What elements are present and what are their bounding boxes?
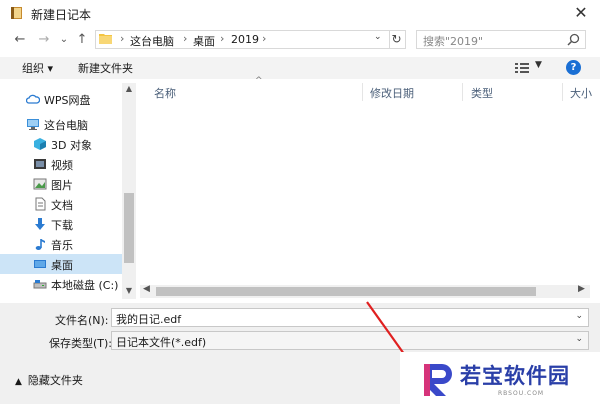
scroll-up-icon[interactable]: ▲ xyxy=(124,84,134,93)
picture-icon xyxy=(33,178,47,190)
download-icon xyxy=(35,218,45,230)
notebook-icon xyxy=(11,7,22,19)
sidebar-item-videos[interactable]: 视频 xyxy=(0,154,122,174)
filename-label: 文件名(N): xyxy=(55,314,109,327)
title-bar: 新建日记本 ✕ xyxy=(0,0,600,28)
close-button[interactable]: ✕ xyxy=(568,2,594,24)
column-header-modified[interactable]: 修改日期 xyxy=(370,85,414,101)
help-button[interactable]: ? xyxy=(566,60,581,75)
sidebar-item-pictures[interactable]: 图片 xyxy=(0,174,122,194)
sidebar-item-this-pc[interactable]: 这台电脑 xyxy=(0,114,122,134)
refresh-button[interactable]: ↻ xyxy=(388,30,406,49)
breadcrumb-this-pc[interactable]: 这台电脑 xyxy=(130,33,174,49)
file-list[interactable]: ^ 名称 修改日期 类型 大小 xyxy=(138,76,600,299)
sidebar-item-label: 这台电脑 xyxy=(44,119,88,132)
address-dropdown-icon[interactable]: ⌄ xyxy=(374,32,382,42)
view-options-icon[interactable] xyxy=(515,63,529,73)
search-icon xyxy=(567,33,580,46)
filetype-value: 日记本文件(*.edf) xyxy=(116,336,207,349)
sidebar-item-label: 视频 xyxy=(51,159,73,172)
column-divider[interactable] xyxy=(462,83,463,101)
sidebar-item-label: 3D 对象 xyxy=(51,139,92,152)
search-input[interactable]: 搜索"2019" xyxy=(416,30,586,49)
back-button[interactable]: ← xyxy=(12,30,28,50)
command-toolbar: 组织 ▾ 新建文件夹 ▼ ? xyxy=(0,57,600,79)
scroll-down-icon[interactable]: ▼ xyxy=(124,286,134,295)
music-icon xyxy=(35,239,45,250)
up-button[interactable]: ↑ xyxy=(74,30,90,50)
sidebar-item-label: 本地磁盘 (C:) xyxy=(51,279,119,292)
video-icon xyxy=(34,159,46,169)
scroll-right-icon[interactable]: ▶ xyxy=(578,284,585,294)
sidebar-item-documents[interactable]: 文档 xyxy=(0,194,122,214)
cloud-icon xyxy=(26,94,40,104)
filename-value: 我的日记.edf xyxy=(116,313,182,326)
breadcrumb-separator: › xyxy=(120,32,125,45)
breadcrumb-2019[interactable]: 2019 xyxy=(231,33,259,46)
watermark-subtext: RBSOU.COM xyxy=(498,390,545,397)
column-header-type[interactable]: 类型 xyxy=(471,85,493,101)
folder-icon xyxy=(99,34,112,44)
organize-button[interactable]: 组织 ▾ xyxy=(22,60,53,76)
sidebar-item-label: 音乐 xyxy=(51,239,73,252)
chevron-up-icon: ▲ xyxy=(15,377,22,387)
breadcrumb-separator: › xyxy=(220,32,225,45)
filetype-select[interactable]: 日记本文件(*.edf) ⌄ xyxy=(111,331,589,350)
chevron-down-icon[interactable]: ⌄ xyxy=(575,311,583,321)
desktop-icon xyxy=(34,260,46,268)
sidebar-item-label: WPS网盘 xyxy=(44,94,91,107)
column-header-name[interactable]: 名称 xyxy=(154,85,176,101)
navigation-pane: WPS网盘 这台电脑 3D 对象 视频 图片 文档 下载 音乐 桌面 本地磁盘 … xyxy=(0,83,138,299)
scrollbar-thumb[interactable] xyxy=(156,287,536,296)
view-dropdown-icon[interactable]: ▼ xyxy=(535,60,542,70)
file-list-horizontal-scrollbar[interactable]: ◀ ▶ xyxy=(140,284,590,298)
window-title: 新建日记本 xyxy=(31,8,92,22)
breadcrumb-separator: › xyxy=(262,32,267,45)
filetype-label: 保存类型(T): xyxy=(49,337,113,350)
sidebar-item-label: 桌面 xyxy=(51,259,73,272)
forward-button[interactable]: → xyxy=(36,30,52,50)
sidebar-item-local-disk[interactable]: 本地磁盘 (C:) xyxy=(0,274,122,294)
sidebar-item-wps-cloud[interactable]: WPS网盘 xyxy=(0,89,122,109)
sidebar-item-label: 图片 xyxy=(51,179,73,192)
column-header-size[interactable]: 大小 xyxy=(570,85,592,101)
recent-locations-button[interactable]: ⌄ xyxy=(58,30,70,50)
scrollbar-thumb[interactable] xyxy=(124,193,134,263)
hide-folders-label: 隐藏文件夹 xyxy=(27,374,83,387)
scroll-left-icon[interactable]: ◀ xyxy=(143,284,150,294)
document-icon xyxy=(35,197,46,211)
chevron-down-icon[interactable]: ⌄ xyxy=(575,334,583,344)
new-folder-button[interactable]: 新建文件夹 xyxy=(78,60,133,76)
breadcrumb-desktop[interactable]: 桌面 xyxy=(193,33,215,49)
sidebar-item-label: 文档 xyxy=(51,199,73,212)
sidebar-item-music[interactable]: 音乐 xyxy=(0,234,122,254)
sidebar-item-desktop[interactable]: 桌面 xyxy=(0,254,122,274)
search-placeholder: 搜索"2019" xyxy=(423,35,484,48)
watermark-text: 若宝软件园 xyxy=(460,364,570,388)
cube-icon xyxy=(34,138,46,150)
sidebar-scrollbar[interactable]: ▲ ▼ xyxy=(122,83,136,299)
column-divider[interactable] xyxy=(562,83,563,101)
filename-field[interactable]: 我的日记.edf ⌄ xyxy=(111,308,589,327)
sidebar-item-label: 下载 xyxy=(51,219,73,232)
column-divider[interactable] xyxy=(362,83,363,101)
hide-folders-toggle[interactable]: ▲ 隐藏文件夹 xyxy=(15,372,83,388)
watermark-logo-icon xyxy=(424,364,452,396)
breadcrumb-separator: › xyxy=(183,32,188,45)
drive-icon xyxy=(33,280,47,289)
sort-ascending-icon: ^ xyxy=(255,76,263,86)
computer-icon xyxy=(27,119,39,130)
address-bar[interactable]: › 这台电脑 › 桌面 › 2019 › ⌄ xyxy=(95,30,390,49)
watermark: 若宝软件园 RBSOU.COM xyxy=(400,352,600,404)
sidebar-item-downloads[interactable]: 下载 xyxy=(0,214,122,234)
sidebar-item-3d-objects[interactable]: 3D 对象 xyxy=(0,134,122,154)
